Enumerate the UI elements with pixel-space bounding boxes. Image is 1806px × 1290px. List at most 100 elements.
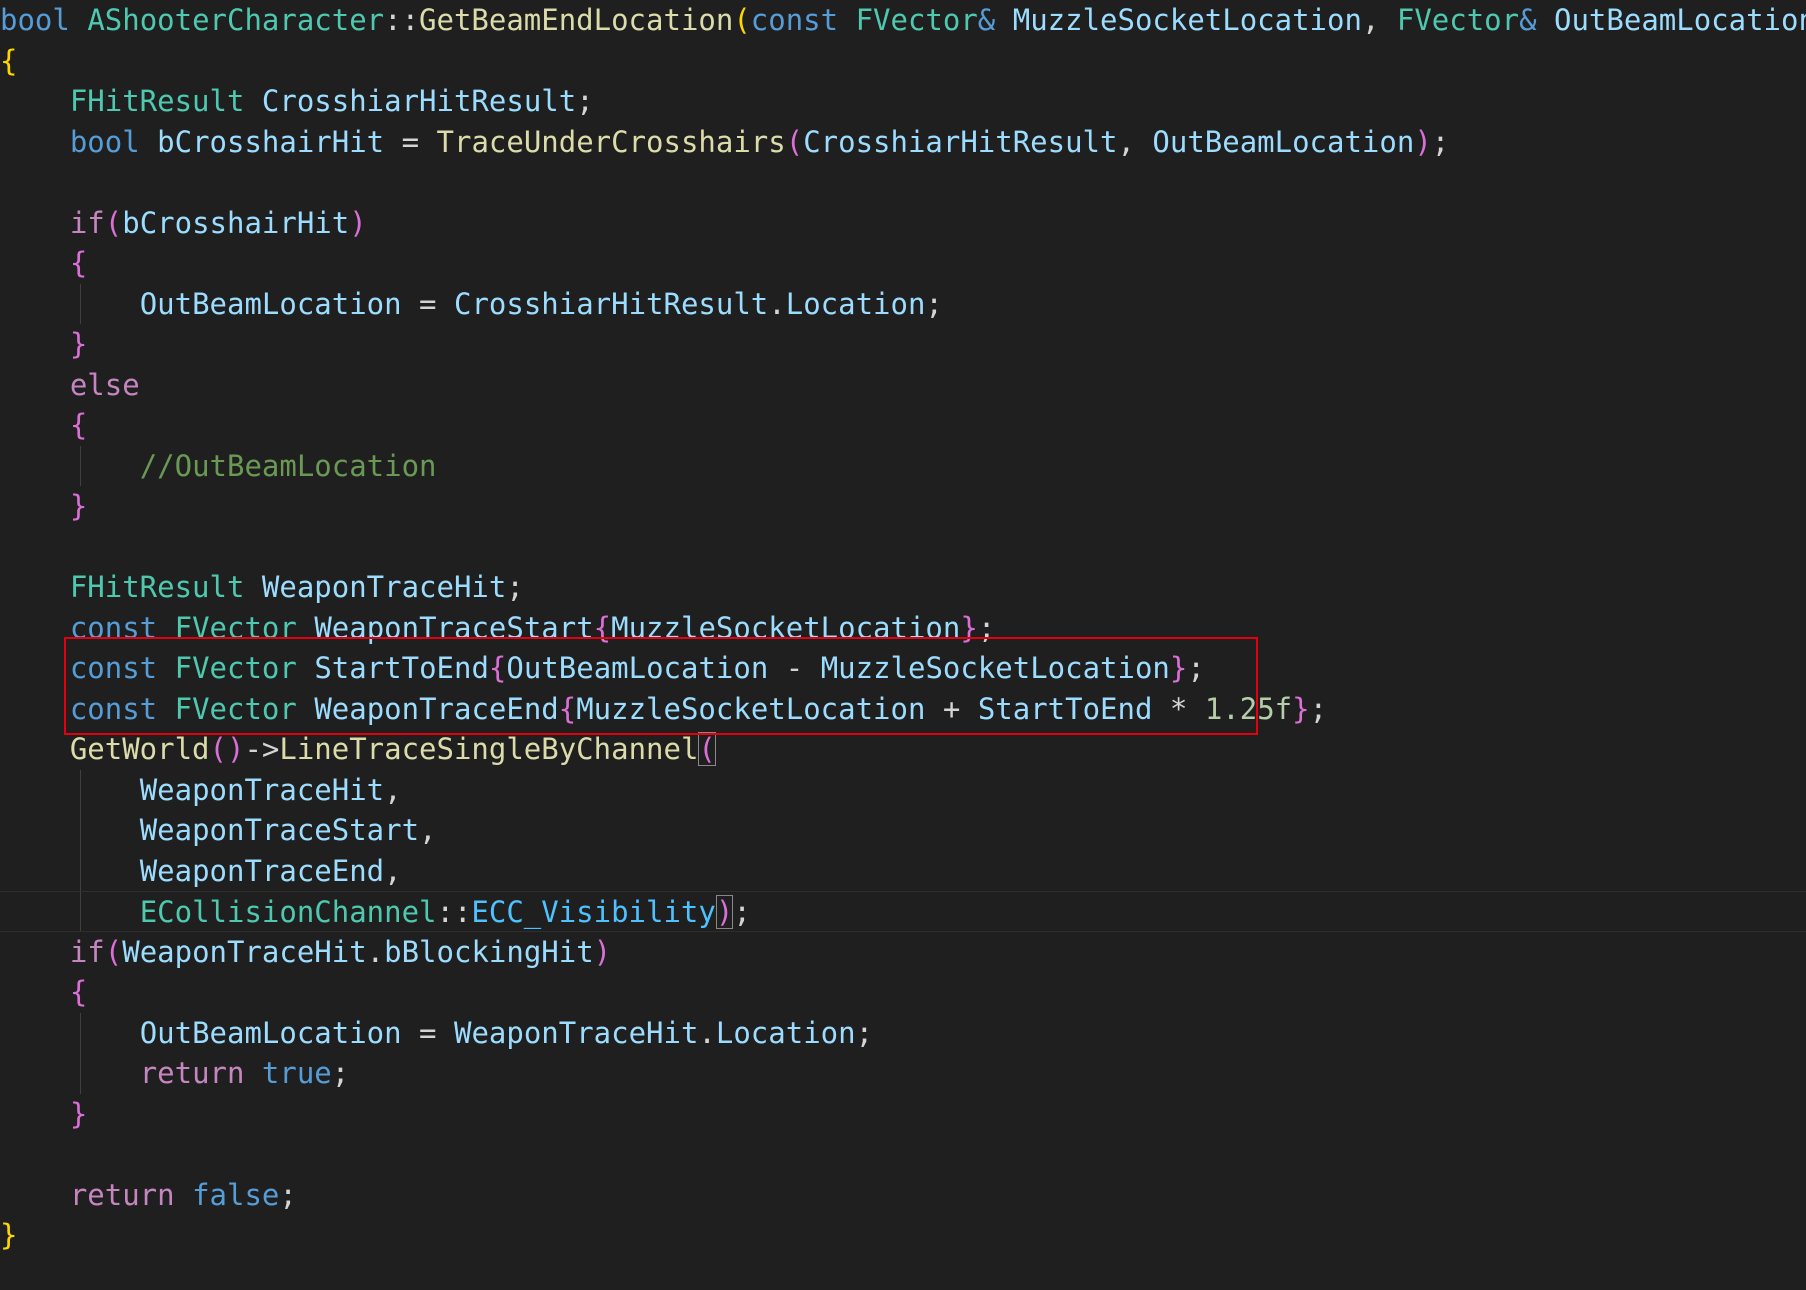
code-token: false — [192, 1177, 280, 1212]
code-token: ECC_Visibility — [471, 895, 716, 929]
code-token: ; — [855, 1015, 874, 1050]
code-token: ; — [279, 1177, 297, 1212]
code-token: bCrosshairHit — [122, 205, 350, 240]
code-line[interactable]: } — [0, 1094, 87, 1135]
code-token: MuzzleSocketLocation — [820, 651, 1170, 685]
code-line[interactable]: const FVector WeaponTraceEnd{MuzzleSocke… — [0, 689, 1327, 730]
code-token: FHitResult — [69, 84, 245, 118]
code-token: ( — [785, 124, 804, 159]
code-token: OutBeamLocation — [139, 1015, 402, 1050]
code-line[interactable]: } — [0, 486, 87, 527]
code-token: { — [593, 610, 612, 645]
code-token: , — [384, 853, 402, 888]
code-line[interactable]: else — [0, 365, 140, 406]
code-token: ECollisionChannel — [139, 895, 437, 929]
code-line[interactable]: OutBeamLocation = WeaponTraceHit.Locatio… — [0, 1013, 873, 1054]
code-token: } — [69, 327, 88, 361]
code-line[interactable]: { — [0, 243, 87, 284]
code-line[interactable]: { — [0, 41, 17, 82]
code-editor[interactable]: bool AShooterCharacter::GetBeamEndLocati… — [0, 0, 1806, 1290]
code-token: FHitResult — [69, 570, 245, 604]
code-token: CrosshiarHitResult — [261, 84, 577, 118]
code-line[interactable]: } — [0, 1215, 17, 1256]
code-token: ( — [733, 3, 751, 37]
code-token: . — [698, 1015, 716, 1050]
code-line[interactable]: bool bCrosshairHit = TraceUnderCrosshair… — [0, 122, 1449, 163]
code-token: const — [69, 610, 158, 645]
code-line[interactable]: const FVector StartToEnd{OutBeamLocation… — [0, 648, 1205, 689]
code-token: ; — [1187, 651, 1205, 685]
code-line[interactable]: FHitResult CrosshiarHitResult; — [0, 81, 594, 122]
code-line[interactable]: return false; — [0, 1175, 297, 1216]
code-line[interactable]: bool AShooterCharacter::GetBeamEndLocati… — [0, 0, 1806, 41]
code-line[interactable]: return true; — [0, 1053, 350, 1094]
code-token: , — [1117, 124, 1153, 159]
code-token: FVector — [174, 610, 297, 645]
code-token: Location — [715, 1015, 856, 1050]
code-line[interactable]: WeaponTraceHit, — [0, 770, 402, 811]
code-token: FVector — [1396, 3, 1520, 37]
code-token: Location — [785, 286, 926, 321]
code-token: else — [69, 367, 140, 402]
code-token: WeaponTraceHit — [261, 570, 507, 604]
code-token: return — [139, 1056, 245, 1090]
code-token: const — [69, 651, 158, 685]
code-token: } — [69, 1096, 88, 1131]
code-token: StartToEnd — [314, 651, 489, 685]
code-token: const — [69, 691, 158, 726]
code-token: WeaponTraceHit — [122, 934, 367, 969]
code-token: WeaponTraceStart — [139, 813, 420, 847]
code-token: FVector — [174, 691, 297, 726]
code-line[interactable]: //OutBeamLocation — [0, 446, 437, 487]
code-token: ; — [331, 1056, 350, 1090]
code-token: AShooterCharacter — [87, 3, 385, 37]
code-line[interactable]: FHitResult WeaponTraceHit; — [0, 567, 524, 608]
code-token: WeaponTraceEnd — [139, 853, 385, 888]
code-line[interactable]: if(bCrosshairHit) — [0, 203, 367, 244]
code-line[interactable]: ECollisionChannel::ECC_Visibility); — [0, 891, 1806, 932]
code-token: , — [419, 813, 437, 847]
code-token: * — [1152, 691, 1205, 726]
code-token: TraceUnderCrosshairs — [436, 124, 786, 159]
code-line[interactable]: if(WeaponTraceHit.bBlockingHit) — [0, 932, 611, 973]
code-token: ; — [925, 286, 943, 321]
code-token: GetWorld — [69, 732, 210, 766]
code-token: OutBeamLocation — [1152, 124, 1415, 159]
code-token: } — [1292, 691, 1310, 726]
code-line[interactable]: OutBeamLocation = CrosshiarHitResult.Loc… — [0, 284, 943, 325]
code-line[interactable]: { — [0, 972, 87, 1013]
code-token: ) — [349, 205, 367, 240]
code-token: { — [69, 975, 88, 1009]
code-token: . — [366, 934, 385, 969]
code-token: { — [0, 43, 18, 78]
code-token: } — [960, 610, 978, 645]
code-line[interactable]: { — [0, 405, 87, 446]
code-line[interactable]: } — [0, 324, 87, 365]
code-token: . — [768, 286, 786, 321]
code-line[interactable]: const FVector WeaponTraceStart{MuzzleSoc… — [0, 608, 995, 649]
code-token: } — [1169, 651, 1188, 685]
code-line[interactable]: WeaponTraceEnd, — [0, 851, 402, 892]
code-token: ; — [576, 84, 594, 118]
code-token: ( — [104, 934, 123, 969]
code-token: bool — [0, 3, 70, 37]
code-token: LineTraceSingleByChannel — [279, 732, 699, 766]
code-token: FVector — [174, 651, 297, 685]
code-line[interactable]: WeaponTraceStart, — [0, 810, 437, 851]
code-token: CrosshiarHitResult — [803, 124, 1118, 159]
code-token: WeaponTraceHit — [453, 1015, 699, 1050]
code-line[interactable]: GetWorld()->LineTraceSingleByChannel( — [0, 729, 716, 770]
